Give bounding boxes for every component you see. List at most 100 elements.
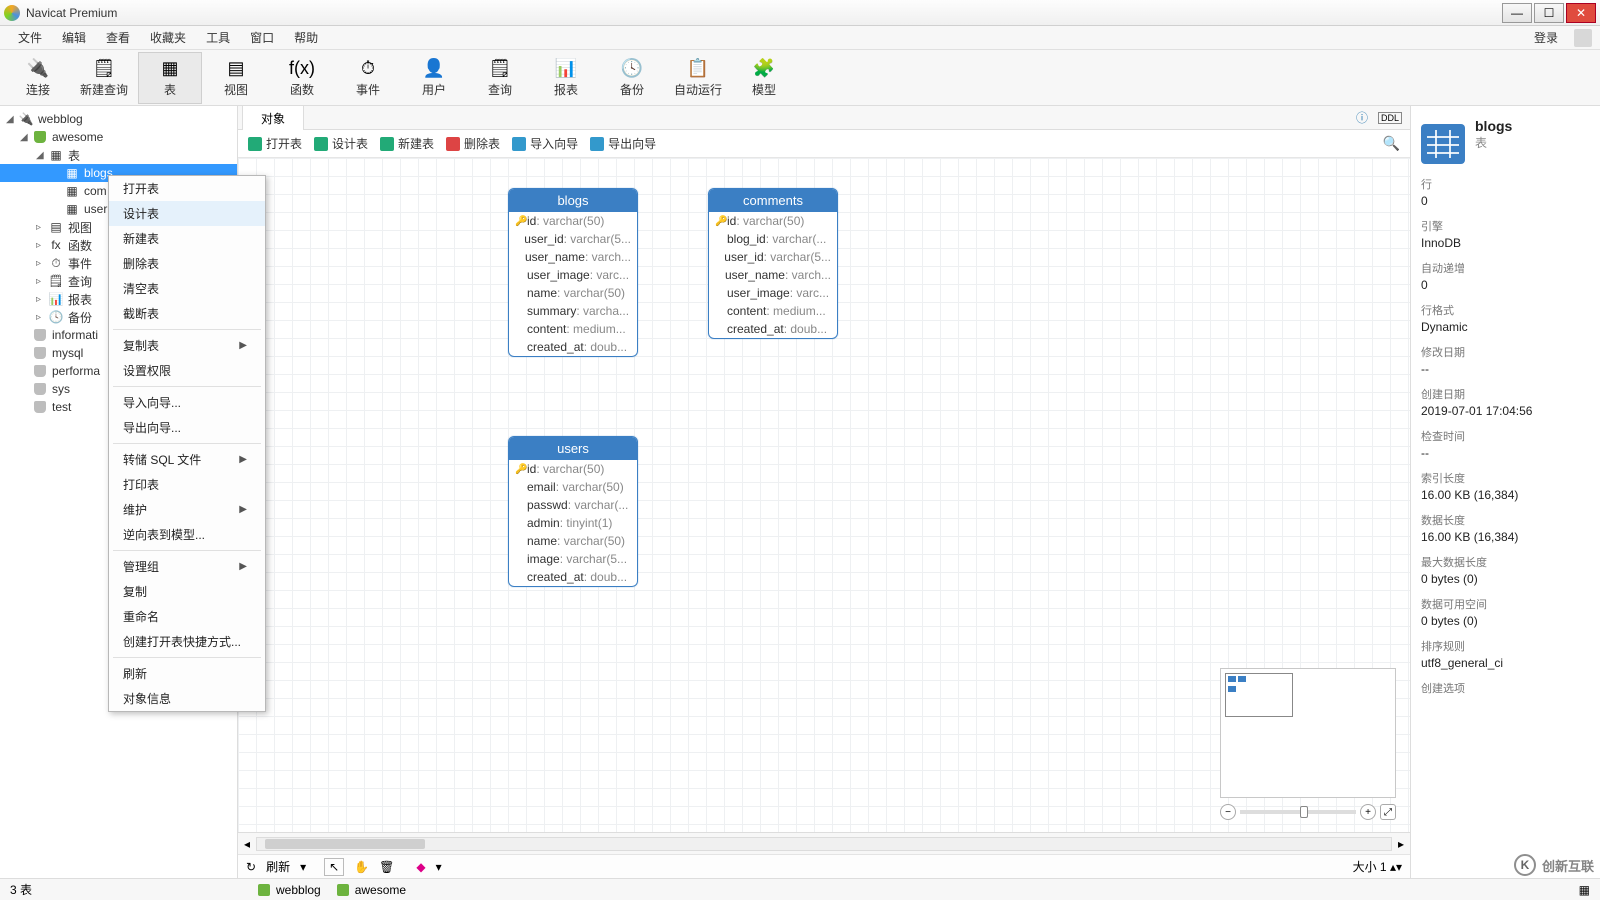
ctx-打开表[interactable]: 打开表 bbox=[109, 176, 265, 201]
ctx-逆向表到模型...[interactable]: 逆向表到模型... bbox=[109, 522, 265, 547]
horizontal-scrollbar[interactable]: ◂ ▸ bbox=[238, 832, 1410, 854]
col-summary: summary: varcha... bbox=[509, 302, 637, 320]
toolbar-新建查询[interactable]: 🗒新建查询 bbox=[72, 52, 136, 104]
ctx-清空表[interactable]: 清空表 bbox=[109, 276, 265, 301]
database-icon bbox=[337, 884, 349, 896]
prop-自动递增: 自动递增0 bbox=[1421, 260, 1590, 292]
ctx-刷新[interactable]: 刷新 bbox=[109, 661, 265, 686]
minimize-button[interactable]: — bbox=[1502, 3, 1532, 23]
toolbar-自动运行[interactable]: 📋自动运行 bbox=[666, 52, 730, 104]
ctx-截断表[interactable]: 截断表 bbox=[109, 301, 265, 326]
toolbar-表[interactable]: ▦表 bbox=[138, 52, 202, 104]
menu-文件[interactable]: 文件 bbox=[8, 28, 52, 48]
ctx-导出向导...[interactable]: 导出向导... bbox=[109, 415, 265, 440]
zoom-out-button[interactable]: − bbox=[1220, 804, 1236, 820]
zoom-fit-button[interactable]: ⤢ bbox=[1380, 804, 1396, 820]
diagram-canvas[interactable]: − + ⤢ blogs🔑id: varchar(50)user_id: varc… bbox=[238, 158, 1410, 832]
close-button[interactable]: ✕ bbox=[1566, 3, 1596, 23]
ctx-导入向导...[interactable]: 导入向导... bbox=[109, 390, 265, 415]
tree-db-awesome[interactable]: ◢awesome bbox=[0, 128, 237, 146]
toolbar-报表[interactable]: 📊报表 bbox=[534, 52, 598, 104]
avatar-icon[interactable] bbox=[1574, 29, 1592, 47]
refresh-icon[interactable]: ↻ bbox=[246, 860, 256, 874]
cursor-tool-icon[interactable]: ↖ bbox=[324, 858, 344, 876]
toolbar-函数[interactable]: f(x)函数 bbox=[270, 52, 334, 104]
search-icon[interactable]: 🔍 bbox=[1383, 135, 1400, 152]
maximize-button[interactable]: ☐ bbox=[1534, 3, 1564, 23]
ctx-管理组[interactable]: 管理组▶ bbox=[109, 554, 265, 579]
properties-panel: blogs 表 行0引擎InnoDB自动递增0行格式Dynamic修改日期--创… bbox=[1410, 106, 1600, 878]
toolbar-事件[interactable]: ⏱事件 bbox=[336, 52, 400, 104]
entity-users[interactable]: users🔑id: varchar(50)email: varchar(50)p… bbox=[508, 436, 638, 587]
menubar: 文件编辑查看收藏夹工具窗口帮助 登录 bbox=[0, 26, 1600, 50]
window-title: Navicat Premium bbox=[26, 6, 117, 20]
col-passwd: passwd: varchar(... bbox=[509, 496, 637, 514]
entity-comments[interactable]: comments🔑id: varchar(50)blog_id: varchar… bbox=[708, 188, 838, 339]
connection-icon bbox=[258, 884, 270, 896]
ctx-维护[interactable]: 维护▶ bbox=[109, 497, 265, 522]
size-label: 大小 1 ▴▾ bbox=[1353, 858, 1402, 875]
menu-帮助[interactable]: 帮助 bbox=[284, 28, 328, 48]
tab-objects[interactable]: 对象 bbox=[242, 105, 304, 131]
tree-connection[interactable]: ◢🔌webblog bbox=[0, 110, 237, 128]
ctx-重命名[interactable]: 重命名 bbox=[109, 604, 265, 629]
ctx-删除表[interactable]: 删除表 bbox=[109, 251, 265, 276]
menu-编辑[interactable]: 编辑 bbox=[52, 28, 96, 48]
subtool-新建表[interactable]: 新建表 bbox=[380, 135, 434, 152]
subtool-导入向导[interactable]: 导入向导 bbox=[512, 135, 578, 152]
entity-blogs[interactable]: blogs🔑id: varchar(50)user_id: varchar(5.… bbox=[508, 188, 638, 357]
col-user_id: user_id: varchar(5... bbox=[709, 248, 837, 266]
ctx-打印表[interactable]: 打印表 bbox=[109, 472, 265, 497]
toolbar-模型[interactable]: 🧩模型 bbox=[732, 52, 796, 104]
hand-tool-icon[interactable]: ✋ bbox=[354, 860, 369, 874]
menu-工具[interactable]: 工具 bbox=[196, 28, 240, 48]
ctx-复制表[interactable]: 复制表▶ bbox=[109, 333, 265, 358]
ctx-设置权限[interactable]: 设置权限 bbox=[109, 358, 265, 383]
prop-排序规则: 排序规则utf8_general_ci bbox=[1421, 638, 1590, 670]
prop-索引长度: 索引长度16.00 KB (16,384) bbox=[1421, 470, 1590, 502]
grid-toggle-icon[interactable]: ▦ bbox=[1579, 883, 1590, 897]
toolbar-视图[interactable]: ▤视图 bbox=[204, 52, 268, 104]
menu-收藏夹[interactable]: 收藏夹 bbox=[140, 28, 196, 48]
center-area: 对象 ⓘ DDL 打开表设计表新建表删除表导入向导导出向导 🔍 − + ⤢ bbox=[238, 106, 1410, 878]
col-content: content: medium... bbox=[709, 302, 837, 320]
toolbar-用户[interactable]: 👤用户 bbox=[402, 52, 466, 104]
zoom-slider[interactable] bbox=[1240, 810, 1356, 814]
status-connection: webblog bbox=[276, 883, 321, 897]
col-created_at: created_at: doub... bbox=[509, 338, 637, 356]
sub-toolbar: 打开表设计表新建表删除表导入向导导出向导 🔍 bbox=[238, 130, 1410, 158]
color-tool-icon[interactable]: ◆ bbox=[416, 860, 425, 874]
toolbar-查询[interactable]: 🗒查询 bbox=[468, 52, 532, 104]
ddl-icon[interactable]: DDL bbox=[1378, 112, 1402, 124]
col-created_at: created_at: doub... bbox=[509, 568, 637, 586]
prop-数据可用空间: 数据可用空间0 bytes (0) bbox=[1421, 596, 1590, 628]
toolbar-备份[interactable]: 🕓备份 bbox=[600, 52, 664, 104]
ctx-设计表[interactable]: 设计表 bbox=[109, 201, 265, 226]
col-created_at: created_at: doub... bbox=[709, 320, 837, 338]
ctx-新建表[interactable]: 新建表 bbox=[109, 226, 265, 251]
delete-tool-icon[interactable]: 🗑 bbox=[379, 860, 394, 874]
toolbar-连接[interactable]: 🔌连接 bbox=[6, 52, 70, 104]
设计表-icon bbox=[314, 137, 328, 151]
subtool-打开表[interactable]: 打开表 bbox=[248, 135, 302, 152]
app-logo-icon bbox=[4, 5, 20, 21]
subtool-删除表[interactable]: 删除表 bbox=[446, 135, 500, 152]
tree-tables-node[interactable]: ◢▦表 bbox=[0, 146, 237, 164]
ctx-对象信息[interactable]: 对象信息 bbox=[109, 686, 265, 711]
refresh-label[interactable]: 刷新 bbox=[266, 858, 290, 875]
info-icon[interactable]: ⓘ bbox=[1356, 109, 1368, 126]
zoom-in-button[interactable]: + bbox=[1360, 804, 1376, 820]
selected-table-name: blogs bbox=[1475, 118, 1512, 134]
ctx-复制[interactable]: 复制 bbox=[109, 579, 265, 604]
col-id: 🔑id: varchar(50) bbox=[509, 460, 637, 478]
subtool-设计表[interactable]: 设计表 bbox=[314, 135, 368, 152]
查询-icon: 🗒 bbox=[488, 57, 512, 79]
ctx-转储 SQL 文件[interactable]: 转储 SQL 文件▶ bbox=[109, 447, 265, 472]
login-link[interactable]: 登录 bbox=[1524, 26, 1568, 49]
prop-行: 行0 bbox=[1421, 176, 1590, 208]
subtool-导出向导[interactable]: 导出向导 bbox=[590, 135, 656, 152]
menu-查看[interactable]: 查看 bbox=[96, 28, 140, 48]
minimap[interactable] bbox=[1220, 668, 1396, 798]
menu-窗口[interactable]: 窗口 bbox=[240, 28, 284, 48]
ctx-创建打开表快捷方式...[interactable]: 创建打开表快捷方式... bbox=[109, 629, 265, 654]
